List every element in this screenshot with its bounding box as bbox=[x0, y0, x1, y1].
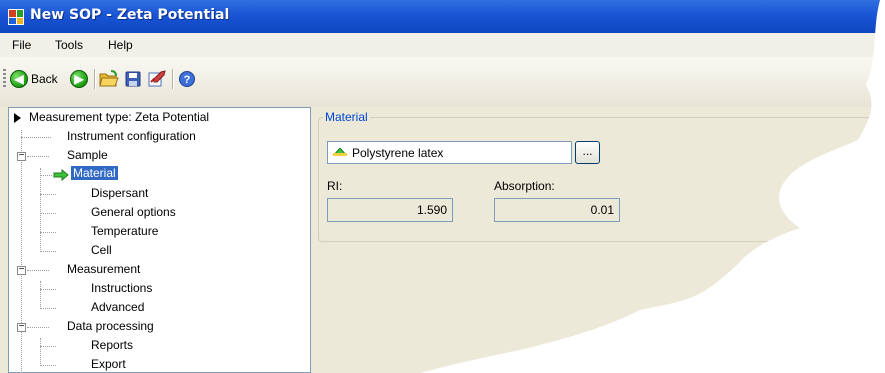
tree-item-label: Measurement bbox=[67, 262, 141, 276]
menu-bar: File Tools Help bbox=[0, 33, 885, 58]
sop-tree: Measurement type: Zeta Potential Instrum… bbox=[8, 107, 311, 373]
triangle-right-icon bbox=[14, 113, 21, 123]
menu-help[interactable]: Help bbox=[108, 38, 133, 52]
open-button[interactable] bbox=[99, 68, 119, 90]
save-button[interactable] bbox=[125, 68, 141, 90]
tree-item-label: Advanced bbox=[91, 300, 145, 314]
tree-item-label: Measurement type: Zeta Potential bbox=[29, 110, 210, 124]
material-icon bbox=[333, 148, 347, 156]
help-button[interactable]: ? bbox=[178, 68, 196, 90]
material-panel: Material Polystyrene latex ... RI: 1.590… bbox=[312, 107, 885, 373]
tree-connector bbox=[40, 346, 56, 347]
tree-item-label: Cell bbox=[91, 243, 112, 257]
menu-tools[interactable]: Tools bbox=[55, 38, 83, 52]
material-value: Polystyrene latex bbox=[352, 146, 444, 160]
tree-item-dispersant[interactable]: Dispersant bbox=[9, 184, 309, 203]
app-window: New SOP - Zeta Potential File Tools Help… bbox=[0, 0, 885, 373]
tree-item-label: Instrument configuration bbox=[67, 129, 196, 143]
tree-item-label: Temperature bbox=[91, 224, 159, 238]
ri-field[interactable]: 1.590 bbox=[327, 198, 453, 222]
collapse-icon[interactable]: − bbox=[17, 265, 26, 275]
browse-material-button[interactable]: ... bbox=[575, 141, 600, 164]
tree-item-label: Data processing bbox=[67, 319, 154, 333]
collapse-icon[interactable]: − bbox=[17, 322, 26, 332]
toolbar-grip[interactable] bbox=[3, 69, 6, 89]
tree-item-sample[interactable]: − Sample bbox=[9, 146, 309, 165]
tree-connector bbox=[40, 232, 56, 233]
edit-sign-icon bbox=[148, 70, 166, 87]
save-icon bbox=[125, 71, 141, 87]
tree-connector bbox=[21, 137, 51, 138]
tree-item-root[interactable]: Measurement type: Zeta Potential bbox=[9, 108, 309, 127]
app-icon bbox=[8, 9, 24, 25]
tree-connector bbox=[40, 175, 52, 176]
title-bar: New SOP - Zeta Potential bbox=[0, 0, 885, 33]
tree-connector bbox=[40, 194, 56, 195]
tree-item-cell[interactable]: Cell bbox=[9, 241, 309, 260]
tree-item-instrument-configuration[interactable]: Instrument configuration bbox=[9, 127, 309, 146]
tree-connector bbox=[40, 308, 56, 309]
help-icon: ? bbox=[179, 71, 195, 87]
tree-item-label: Sample bbox=[67, 148, 108, 162]
material-field[interactable]: Polystyrene latex bbox=[327, 141, 572, 164]
open-folder-icon bbox=[99, 70, 119, 87]
ri-label: RI: bbox=[327, 179, 343, 193]
tree-connector bbox=[27, 270, 49, 271]
back-label: Back bbox=[31, 72, 58, 86]
tree-item-reports[interactable]: Reports bbox=[9, 336, 309, 355]
tree-item-label: Instructions bbox=[91, 281, 153, 295]
back-button[interactable]: ◀ Back bbox=[10, 68, 58, 90]
back-arrow-icon: ◀ bbox=[10, 70, 28, 88]
menu-file[interactable]: File bbox=[12, 38, 31, 52]
collapse-icon[interactable]: − bbox=[17, 151, 26, 161]
absorption-field[interactable]: 0.01 bbox=[494, 198, 620, 222]
tree-connector bbox=[40, 251, 56, 252]
tree-item-material[interactable]: Material bbox=[9, 165, 309, 184]
toolbar-separator bbox=[94, 69, 96, 89]
forward-arrow-icon: ▶ bbox=[70, 70, 88, 88]
tree-item-export[interactable]: Export bbox=[9, 355, 309, 373]
tree-connector bbox=[40, 213, 56, 214]
absorption-label: Absorption: bbox=[494, 179, 555, 193]
tree-connector bbox=[40, 365, 56, 366]
tree-connector bbox=[40, 289, 56, 290]
edit-sign-button[interactable] bbox=[147, 68, 167, 90]
tree-item-label: Material bbox=[71, 166, 118, 180]
tree-item-label: Reports bbox=[91, 338, 134, 352]
green-arrow-icon bbox=[53, 169, 69, 181]
svg-text:?: ? bbox=[184, 74, 191, 86]
window-title: New SOP - Zeta Potential bbox=[30, 7, 230, 23]
tree-item-instructions[interactable]: Instructions bbox=[9, 279, 309, 298]
tree-item-general-options[interactable]: General options bbox=[9, 203, 309, 222]
tree-connector bbox=[27, 327, 49, 328]
toolbar: ◀ Back ▶ ? bbox=[0, 57, 885, 107]
toolbar-separator bbox=[172, 69, 174, 89]
material-group: Material Polystyrene latex ... RI: 1.590… bbox=[318, 110, 878, 242]
forward-button[interactable]: ▶ bbox=[70, 68, 88, 90]
tree-item-label: Dispersant bbox=[91, 186, 149, 200]
tree-item-data-processing[interactable]: − Data processing bbox=[9, 317, 309, 336]
tree-item-measurement[interactable]: − Measurement bbox=[9, 260, 309, 279]
tree-item-temperature[interactable]: Temperature bbox=[9, 222, 309, 241]
tree-item-advanced[interactable]: Advanced bbox=[9, 298, 309, 317]
tree-item-label: Export bbox=[91, 357, 126, 371]
tree-item-label: General options bbox=[91, 205, 176, 219]
group-title: Material bbox=[323, 110, 370, 124]
tree-connector bbox=[27, 156, 49, 157]
